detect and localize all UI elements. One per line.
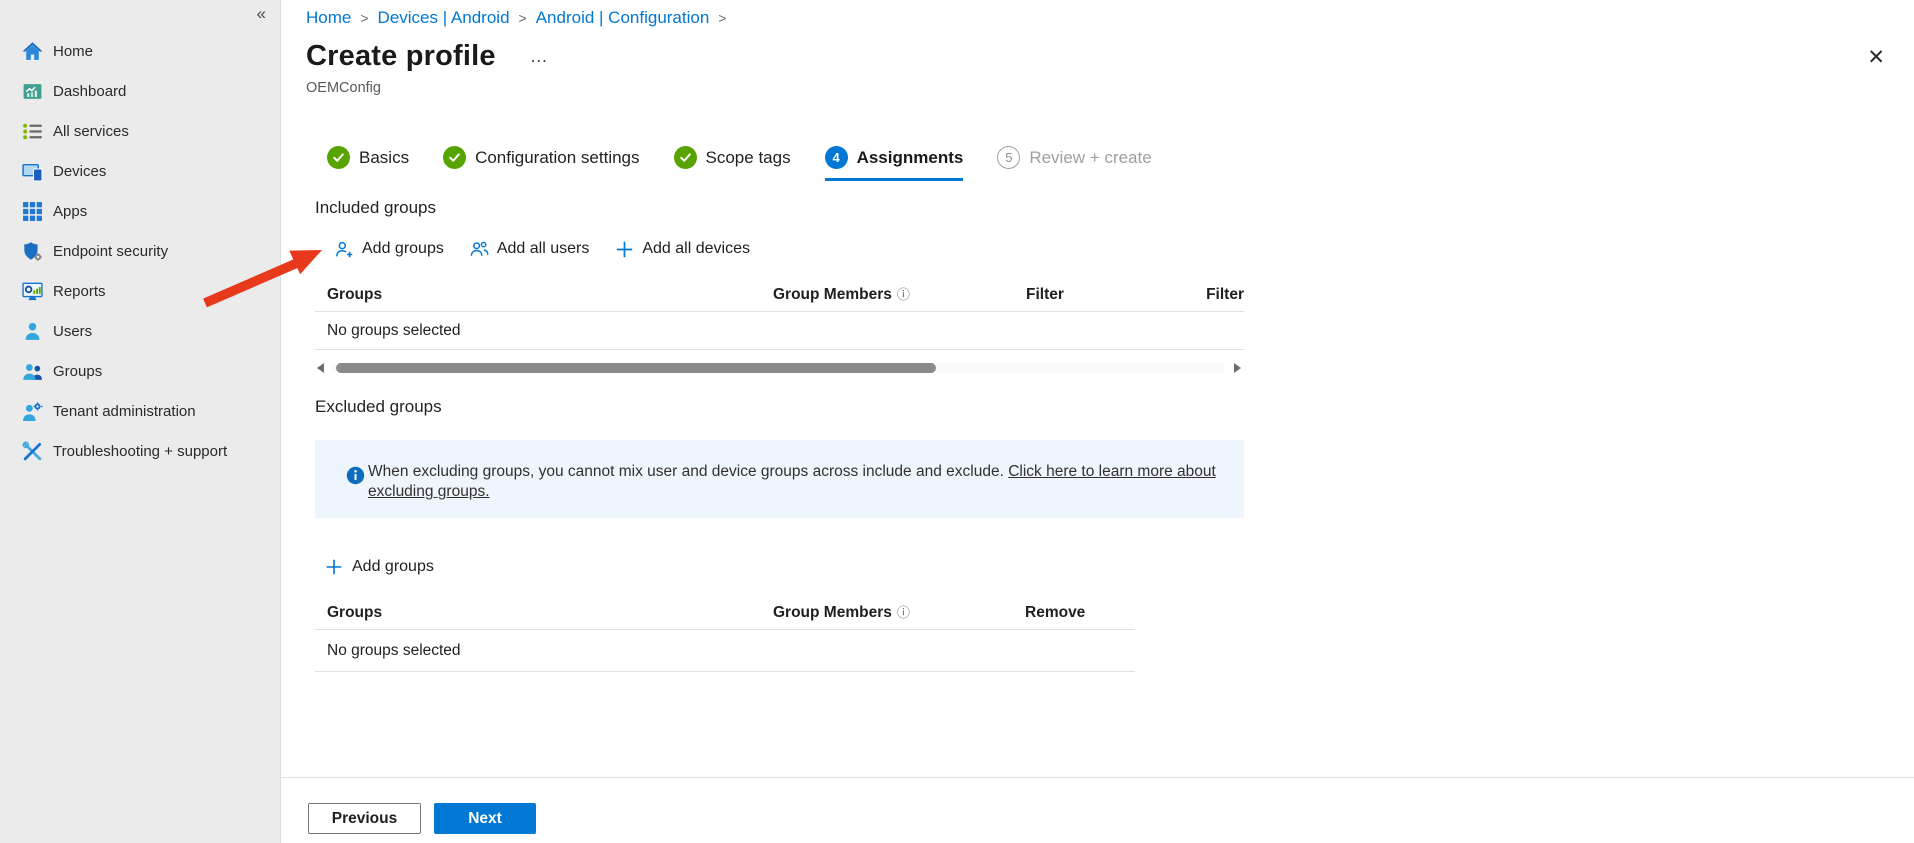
step-complete-check-icon bbox=[327, 146, 350, 169]
info-icon[interactable]: ⓘ bbox=[897, 605, 910, 620]
sidebar-collapse-icon[interactable]: « bbox=[257, 4, 266, 24]
sidebar-item-users[interactable]: Users bbox=[0, 311, 280, 351]
devices-icon bbox=[22, 161, 43, 182]
add-all-users-button[interactable]: Add all users bbox=[470, 240, 590, 259]
included-groups-heading: Included groups bbox=[315, 198, 436, 218]
step-complete-check-icon bbox=[443, 146, 466, 169]
column-header-filter: Filter bbox=[1026, 286, 1064, 304]
sidebar-item-groups[interactable]: Groups bbox=[0, 351, 280, 391]
apps-icon bbox=[22, 201, 43, 222]
excluded-groups-heading: Excluded groups bbox=[315, 397, 442, 417]
included-groups-table: Groups Group Membersⓘ Filter Filter No g… bbox=[315, 278, 1244, 350]
add-groups-button[interactable]: Add groups bbox=[335, 240, 444, 259]
sidebar-item-troubleshooting[interactable]: Troubleshooting + support bbox=[0, 431, 280, 471]
previous-button[interactable]: Previous bbox=[308, 803, 421, 834]
plus-icon bbox=[615, 240, 634, 259]
sidebar-item-all-services[interactable]: All services bbox=[0, 111, 280, 151]
footer-divider bbox=[281, 777, 1914, 778]
empty-table-row: No groups selected bbox=[315, 312, 1244, 350]
breadcrumb-link-android-configuration[interactable]: Android | Configuration bbox=[536, 8, 710, 28]
main-content: Home > Devices | Android > Android | Con… bbox=[281, 0, 1914, 843]
sidebar-item-label: Devices bbox=[53, 163, 106, 180]
tab-review-create[interactable]: 5 Review + create bbox=[997, 146, 1151, 181]
scroll-right-icon[interactable] bbox=[1234, 363, 1241, 373]
scrollbar-track[interactable] bbox=[332, 363, 1226, 373]
groups-icon bbox=[22, 361, 43, 382]
sidebar-item-home[interactable]: Home bbox=[0, 31, 280, 71]
column-header-group-members: Group Membersⓘ bbox=[773, 284, 910, 304]
sidebar-item-reports[interactable]: Reports bbox=[0, 271, 280, 311]
column-header-groups: Groups bbox=[327, 604, 382, 622]
tenant-administration-icon bbox=[22, 401, 43, 422]
plus-icon bbox=[325, 558, 343, 576]
page-title: Create profile bbox=[306, 40, 496, 73]
scrollbar-thumb[interactable] bbox=[336, 363, 936, 373]
sidebar-item-dashboard[interactable]: Dashboard bbox=[0, 71, 280, 111]
sidebar-item-label: Dashboard bbox=[53, 83, 126, 100]
close-icon[interactable]: ✕ bbox=[1867, 47, 1885, 68]
breadcrumb-link-devices-android[interactable]: Devices | Android bbox=[378, 8, 510, 28]
chevron-right-icon: > bbox=[718, 10, 726, 26]
table-header-row: Groups Group Membersⓘ Remove bbox=[315, 599, 1135, 630]
step-number-badge: 5 bbox=[997, 146, 1020, 169]
dashboard-icon bbox=[22, 81, 43, 102]
all-services-icon bbox=[22, 121, 43, 142]
step-number-badge: 4 bbox=[825, 146, 848, 169]
sidebar-nav: Home Dashboard All services Devices bbox=[0, 31, 280, 471]
troubleshooting-icon bbox=[22, 441, 43, 462]
empty-table-row: No groups selected bbox=[315, 630, 1135, 672]
excluded-groups-table: Groups Group Membersⓘ Remove No groups s… bbox=[315, 599, 1135, 672]
info-icon bbox=[346, 466, 365, 485]
info-banner: When excluding groups, you cannot mix us… bbox=[315, 440, 1244, 518]
tab-scope-tags[interactable]: Scope tags bbox=[674, 146, 791, 181]
add-all-devices-button[interactable]: Add all devices bbox=[615, 240, 750, 259]
banner-text: When excluding groups, you cannot mix us… bbox=[368, 462, 1224, 502]
wizard-steps: Basics Configuration settings Scope tags… bbox=[315, 146, 1152, 181]
sidebar-item-label: Home bbox=[53, 43, 93, 60]
chevron-right-icon: > bbox=[519, 10, 527, 26]
chevron-right-icon: > bbox=[360, 10, 368, 26]
sidebar: « Home Dashboard All services bbox=[0, 0, 281, 843]
sidebar-item-tenant-administration[interactable]: Tenant administration bbox=[0, 391, 280, 431]
person-add-icon bbox=[335, 240, 354, 259]
tab-assignments[interactable]: 4 Assignments bbox=[825, 146, 964, 181]
people-icon bbox=[470, 240, 489, 259]
sidebar-item-label: Groups bbox=[53, 363, 102, 380]
breadcrumb: Home > Devices | Android > Android | Con… bbox=[306, 8, 726, 28]
column-header-remove: Remove bbox=[1025, 604, 1085, 622]
column-header-filter: Filter bbox=[1206, 286, 1244, 304]
users-icon bbox=[22, 321, 43, 342]
next-button[interactable]: Next bbox=[434, 803, 536, 834]
add-groups-excluded-button[interactable]: Add groups bbox=[325, 558, 434, 576]
sidebar-item-label: Reports bbox=[53, 283, 106, 300]
tab-configuration-settings[interactable]: Configuration settings bbox=[443, 146, 639, 181]
page-subtitle: OEMConfig bbox=[306, 80, 381, 96]
sidebar-item-endpoint-security[interactable]: Endpoint security bbox=[0, 231, 280, 271]
column-header-group-members: Group Membersⓘ bbox=[773, 602, 910, 622]
sidebar-item-label: All services bbox=[53, 123, 129, 140]
step-complete-check-icon bbox=[674, 146, 697, 169]
home-icon bbox=[22, 41, 43, 62]
included-actions: Add groups Add all users Add all devices bbox=[335, 236, 750, 262]
breadcrumb-link-home[interactable]: Home bbox=[306, 8, 351, 28]
reports-icon bbox=[22, 281, 43, 302]
column-header-groups: Groups bbox=[327, 286, 382, 304]
sidebar-item-label: Tenant administration bbox=[53, 403, 196, 420]
horizontal-scrollbar bbox=[317, 361, 1241, 375]
scroll-left-icon[interactable] bbox=[317, 363, 324, 373]
intune-create-profile-screen: « Home Dashboard All services bbox=[0, 0, 1914, 843]
sidebar-item-label: Endpoint security bbox=[53, 243, 168, 260]
more-options-icon[interactable]: … bbox=[530, 46, 550, 67]
sidebar-item-apps[interactable]: Apps bbox=[0, 191, 280, 231]
table-header-row: Groups Group Membersⓘ Filter Filter bbox=[315, 278, 1244, 312]
endpoint-security-icon bbox=[22, 241, 43, 262]
sidebar-item-label: Users bbox=[53, 323, 92, 340]
tab-basics[interactable]: Basics bbox=[327, 146, 409, 181]
sidebar-item-label: Apps bbox=[53, 203, 87, 220]
sidebar-item-devices[interactable]: Devices bbox=[0, 151, 280, 191]
sidebar-item-label: Troubleshooting + support bbox=[53, 443, 227, 460]
info-icon[interactable]: ⓘ bbox=[897, 287, 910, 302]
